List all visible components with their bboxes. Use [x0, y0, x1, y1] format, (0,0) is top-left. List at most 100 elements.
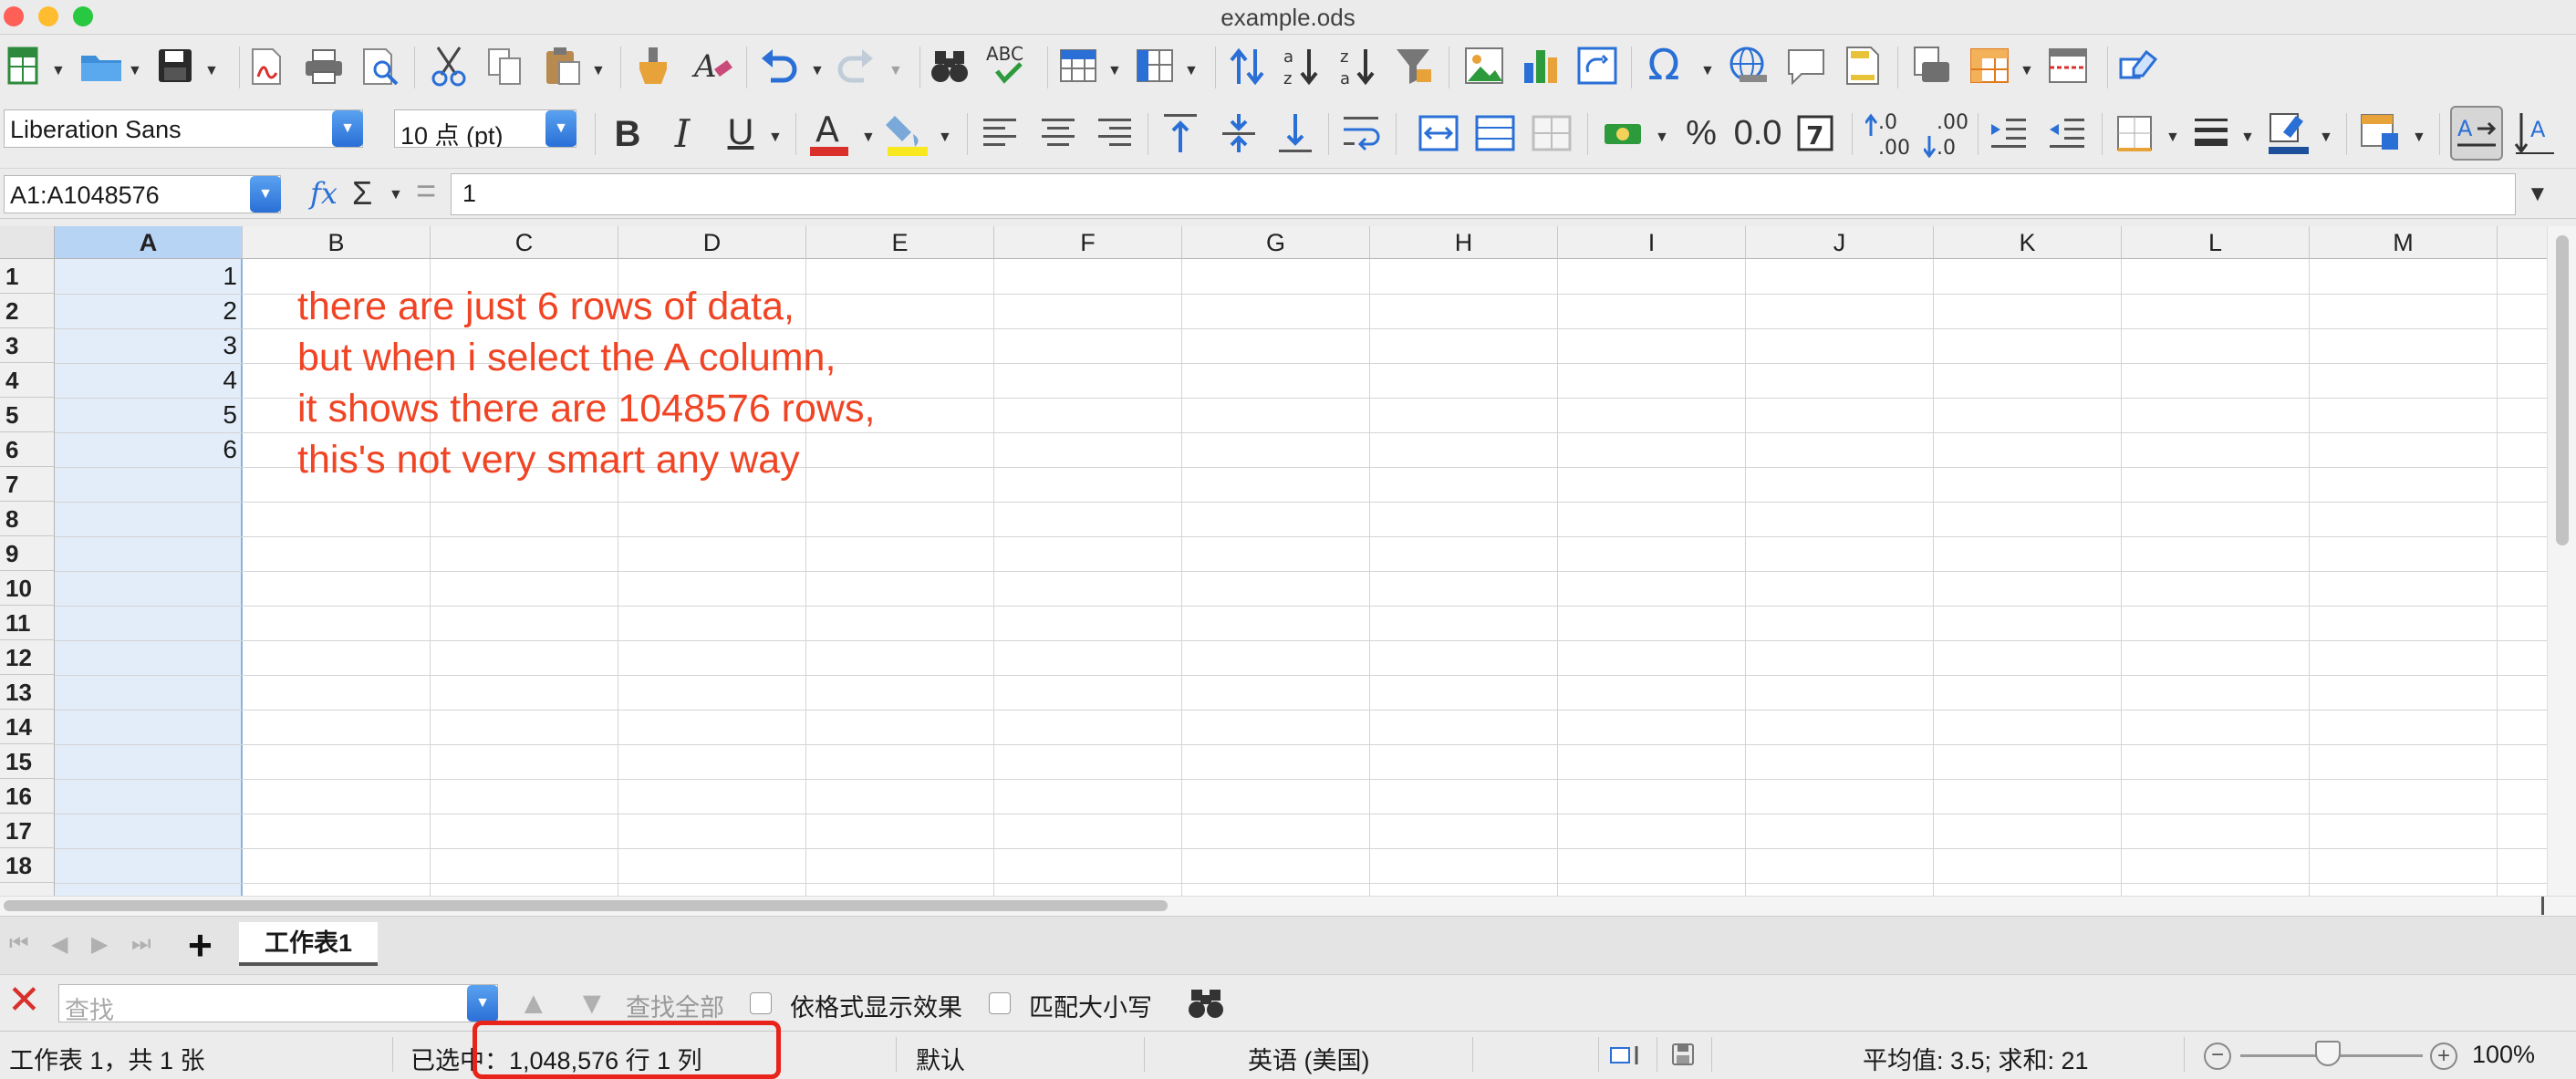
binoculars-icon[interactable]	[929, 45, 971, 87]
column-header-n[interactable]	[2498, 226, 2547, 259]
font-color-icon[interactable]: A	[808, 108, 850, 159]
name-box-dropdown[interactable]: ▼	[250, 176, 281, 213]
column-header-l[interactable]: L	[2122, 226, 2310, 259]
comment-icon[interactable]	[1786, 47, 1826, 87]
sort-descending-icon[interactable]: za	[1337, 43, 1379, 88]
row-header-1[interactable]: 1	[0, 259, 55, 294]
find-dropdown[interactable]: ▼	[467, 985, 498, 1022]
row-header-12[interactable]: 12	[0, 640, 55, 675]
cell-a4[interactable]: 4	[57, 363, 241, 398]
increase-indent-icon[interactable]	[1989, 113, 2029, 153]
row-header-5[interactable]: 5	[0, 398, 55, 432]
add-sheet-button[interactable]: +	[188, 920, 213, 970]
cut-icon[interactable]	[429, 45, 469, 88]
zoom-in-icon[interactable]: +	[2430, 1043, 2457, 1070]
sort-icon[interactable]	[1228, 47, 1268, 87]
row-header-14[interactable]: 14	[0, 710, 55, 744]
cell-a6[interactable]: 6	[57, 432, 241, 467]
match-case-checkbox[interactable]	[989, 992, 1011, 1014]
column-header-f[interactable]: F	[994, 226, 1182, 259]
spreadsheet-grid[interactable]: A B C D E F G H I J K L M 1 2 3 4 5 6 7 …	[0, 226, 2547, 896]
zoom-slider-thumb[interactable]	[2315, 1041, 2341, 1066]
row-header-2[interactable]: 2	[0, 294, 55, 328]
text-direction-horizontal-icon[interactable]: A	[2450, 106, 2503, 161]
chevron-down-icon[interactable]: ▼	[2020, 63, 2034, 79]
paste-icon[interactable]	[542, 45, 584, 87]
horizontal-scrollbar[interactable]	[0, 896, 2576, 916]
freeze-rows-columns-icon[interactable]	[1968, 45, 2010, 87]
new-spreadsheet-icon[interactable]	[5, 45, 42, 87]
chevron-down-icon[interactable]: ▼	[861, 130, 876, 146]
row-header-18[interactable]: 18	[0, 848, 55, 883]
row-header-13[interactable]: 13	[0, 675, 55, 710]
function-wizard-icon[interactable]: fx	[310, 176, 338, 211]
save-icon[interactable]	[155, 47, 195, 85]
formatted-display-checkbox[interactable]	[750, 992, 772, 1014]
row-header-19[interactable]	[0, 883, 55, 896]
close-find-bar-icon[interactable]: ✕	[7, 980, 41, 1021]
number-format-icon[interactable]: 0.0	[1734, 111, 1782, 155]
chevron-down-icon[interactable]: ▼	[1655, 130, 1669, 146]
chevron-down-icon[interactable]: ▼	[810, 63, 825, 79]
chevron-down-icon[interactable]: ▼	[591, 63, 606, 79]
row-header-10[interactable]: 10	[0, 571, 55, 606]
autofilter-icon[interactable]	[1394, 45, 1434, 87]
export-pdf-icon[interactable]	[248, 47, 285, 87]
page-style[interactable]: 默认	[916, 1041, 965, 1076]
select-all-corner[interactable]	[0, 226, 55, 259]
previous-sheet-icon[interactable]: ◀	[51, 931, 68, 958]
borders-icon[interactable]	[2114, 113, 2155, 153]
expand-formula-bar-icon[interactable]: ▼	[2527, 182, 2549, 207]
vertical-scrollbar[interactable]	[2547, 226, 2576, 896]
column-header-m[interactable]: M	[2310, 226, 2498, 259]
border-style-icon[interactable]	[2191, 113, 2231, 153]
row-header-17[interactable]: 17	[0, 814, 55, 848]
cell-a2[interactable]: 2	[57, 294, 241, 328]
print-icon[interactable]	[303, 47, 345, 87]
chevron-down-icon[interactable]: ▼	[2166, 130, 2180, 146]
font-size-dropdown[interactable]: ▼	[545, 110, 576, 147]
add-decimal-icon[interactable]: .0.00	[1864, 108, 1910, 159]
open-folder-icon[interactable]	[78, 47, 124, 85]
italic-icon[interactable]: I	[662, 111, 702, 157]
row-header-3[interactable]: 3	[0, 328, 55, 363]
scroll-split-handle[interactable]	[2541, 897, 2544, 915]
column-header-e[interactable]: E	[806, 226, 994, 259]
chevron-down-icon[interactable]: ▼	[1107, 63, 1122, 79]
first-sheet-icon[interactable]: ⏮	[9, 931, 29, 957]
name-box[interactable]: A1:A1048576	[4, 175, 281, 213]
spelling-icon[interactable]: ABC	[983, 41, 1034, 88]
row-header-7[interactable]: 7	[0, 467, 55, 502]
find-replace-icon[interactable]	[1188, 986, 1224, 1022]
split-window-icon[interactable]	[2047, 45, 2089, 87]
column-icon[interactable]	[1135, 47, 1175, 85]
selection-mode-icon[interactable]	[1609, 1044, 1646, 1066]
date-format-icon[interactable]: 7	[1795, 113, 1835, 153]
find-input[interactable]: 查找	[58, 984, 498, 1022]
special-character-icon[interactable]: Ω	[1644, 41, 1684, 88]
row-header-8[interactable]: 8	[0, 502, 55, 536]
row-header-16[interactable]: 16	[0, 779, 55, 814]
copy-icon[interactable]	[485, 47, 525, 87]
underline-icon[interactable]: U	[721, 109, 761, 155]
print-area-icon[interactable]	[1910, 45, 1954, 87]
show-draw-functions-icon[interactable]	[2118, 45, 2160, 87]
chevron-down-icon[interactable]: ▼	[1700, 63, 1715, 79]
clear-direct-formatting-icon[interactable]: A	[690, 45, 735, 87]
aggregate-value[interactable]: 平均值: 3.5; 求和: 21	[1863, 1041, 2089, 1076]
align-middle-icon[interactable]	[1219, 111, 1259, 155]
row-header-11[interactable]: 11	[0, 606, 55, 640]
font-name-field[interactable]: Liberation Sans	[4, 109, 363, 148]
column-header-h[interactable]: H	[1370, 226, 1558, 259]
merge-center-icon[interactable]	[1418, 113, 1459, 153]
chevron-down-icon[interactable]: ▼	[389, 187, 403, 203]
percent-format-icon[interactable]: %	[1680, 111, 1722, 155]
currency-format-icon[interactable]	[1602, 113, 1644, 153]
unmerge-cells-icon[interactable]	[1531, 113, 1573, 153]
sheet-tab-1[interactable]: 工作表1	[239, 922, 378, 966]
horizontal-scroll-thumb[interactable]	[4, 900, 1168, 911]
column-header-d[interactable]: D	[618, 226, 806, 259]
border-color-icon[interactable]	[2266, 109, 2311, 157]
zoom-out-icon[interactable]: −	[2204, 1043, 2231, 1070]
language[interactable]: 英语 (美国)	[1248, 1041, 1369, 1076]
